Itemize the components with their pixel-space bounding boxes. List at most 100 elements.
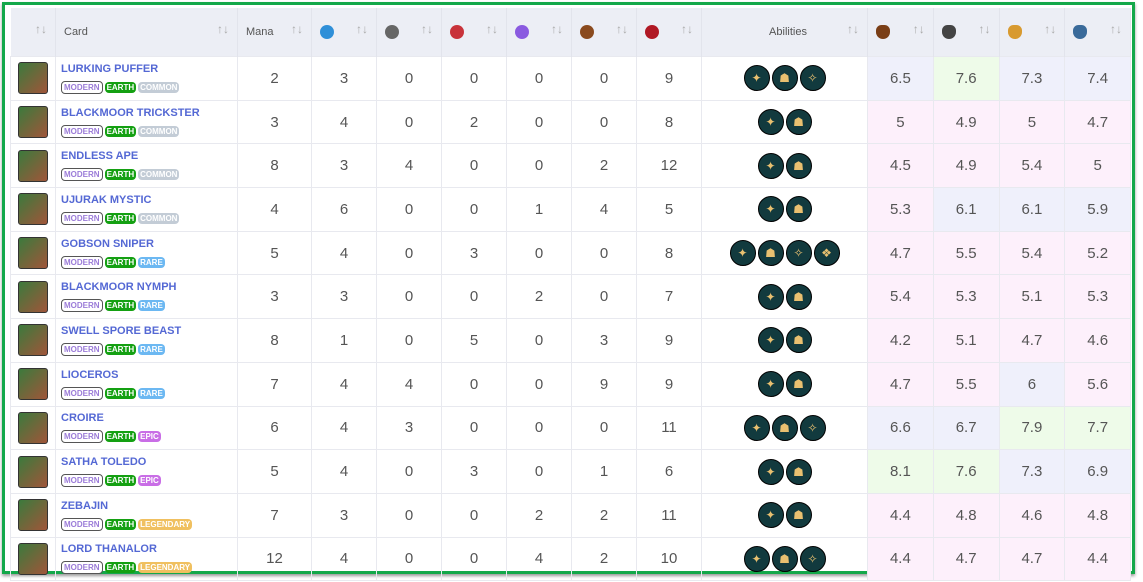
ability-icon[interactable]: ☗ — [785, 283, 812, 310]
table-row[interactable]: LURKING PUFFER MODERN EARTH COMMON 2 3 0 0 0 0 9 ✦ ☗… — [10, 56, 1131, 101]
card-name-link[interactable]: BLACKMOOR NYMPH — [61, 281, 237, 293]
card-thumbnail[interactable] — [18, 106, 48, 139]
card-name-link[interactable]: LORD THANALOR — [61, 543, 237, 555]
card-name-link[interactable]: GOBSON SNIPER — [61, 238, 237, 250]
ability-icon[interactable]: ✦ — [757, 502, 784, 529]
ability-icon[interactable]: ☗ — [771, 65, 798, 92]
card-thumbnail[interactable] — [18, 193, 48, 226]
card-image-cell — [10, 318, 56, 363]
ability-icon[interactable]: ✦ — [743, 414, 770, 441]
table-row[interactable]: ENDLESS APE MODERN EARTH COMMON 8 3 4 0 0 2 12 ✦ ☗ 4.… — [10, 143, 1131, 189]
rarity-tag: EPIC — [138, 431, 161, 443]
sort-icon[interactable]: ↑↓ — [1110, 22, 1122, 36]
ability-icon[interactable]: ☗ — [771, 414, 798, 441]
header-bronze-league[interactable]: ↑↓ — [867, 8, 934, 57]
card-name-link[interactable]: SATHA TOLEDO — [61, 456, 237, 468]
card-name-link[interactable]: ENDLESS APE — [61, 150, 237, 162]
table-row[interactable]: ZEBAJIN MODERN EARTH LEGENDARY 7 3 0 0 2 2 11 ✦ ☗ 4.4… — [10, 492, 1131, 538]
table-row[interactable]: UJURAK MYSTIC MODERN EARTH COMMON 4 6 0 0 1 4 5 ✦ ☗ 5… — [10, 187, 1131, 232]
sort-icon[interactable]: ↑↓ — [35, 22, 47, 36]
card-name-link[interactable]: LIOCEROS — [61, 369, 237, 381]
card-thumbnail[interactable] — [18, 542, 48, 575]
mana-cell: 8 — [237, 143, 312, 189]
card-name-link[interactable]: ZEBAJIN — [61, 500, 237, 512]
ability-icon[interactable]: ✦ — [757, 109, 784, 136]
header-card[interactable]: Card ↑↓ — [55, 8, 238, 57]
stat-cell: 10 — [636, 536, 702, 582]
ability-icon[interactable]: ✧ — [785, 240, 812, 267]
ability-icon[interactable]: ✦ — [757, 196, 784, 223]
ability-icon[interactable]: ☗ — [785, 502, 812, 529]
card-thumbnail[interactable] — [18, 368, 48, 401]
sort-icon[interactable]: ↑↓ — [913, 22, 925, 36]
ability-icon[interactable]: ☗ — [771, 545, 798, 572]
ability-icon[interactable]: ✦ — [743, 545, 770, 572]
header-attack-melee[interactable]: ↑↓ — [311, 8, 377, 57]
card-thumbnail[interactable] — [18, 455, 48, 488]
table-row[interactable]: GOBSON SNIPER MODERN EARTH RARE 5 4 0 3 0 0 8 ✦ ☗ ✧ ❖ 4… — [10, 230, 1131, 276]
card-name-link[interactable]: BLACKMOOR TRICKSTER — [61, 107, 237, 119]
header-gold-league[interactable]: ↑↓ — [999, 8, 1066, 57]
ability-icon[interactable]: ☗ — [757, 240, 784, 267]
sort-icon[interactable]: ↑↓ — [486, 22, 498, 36]
ability-icon[interactable]: ✦ — [757, 458, 784, 485]
sort-header[interactable]: ↑↓ — [10, 8, 56, 57]
header-armor[interactable]: ↑↓ — [571, 8, 637, 57]
league-score-cell: 4.8 — [1064, 492, 1131, 538]
ability-icon[interactable]: ✧ — [799, 545, 826, 572]
ability-icon[interactable]: ☗ — [785, 458, 812, 485]
sort-icon[interactable]: ↑↓ — [217, 22, 229, 36]
header-diamond-league[interactable]: ↑↓ — [1064, 8, 1131, 57]
header-attack-ranged[interactable]: ↑↓ — [376, 8, 442, 57]
ability-icon[interactable]: ✦ — [743, 65, 770, 92]
ability-icon[interactable]: ✦ — [757, 327, 784, 354]
table-row[interactable]: SATHA TOLEDO MODERN EARTH EPIC 5 4 0 3 0 1 6 ✦ ☗ 8.1 7… — [10, 449, 1131, 494]
table-row[interactable]: BLACKMOOR TRICKSTER MODERN EARTH COMMON 3 4 0 2… — [10, 99, 1131, 145]
header-health[interactable]: ↑↓ — [636, 8, 702, 57]
abilities-cell: ✦ ☗ — [701, 187, 868, 232]
card-thumbnail[interactable] — [18, 411, 48, 444]
ability-icon[interactable]: ☗ — [785, 371, 812, 398]
card-name-link[interactable]: CROIRE — [61, 412, 237, 424]
table-row[interactable]: BLACKMOOR NYMPH MODERN EARTH RARE 3 3 0 0 2 0 7 ✦ ☗ 5… — [10, 274, 1131, 320]
sort-icon[interactable]: ↑↓ — [979, 22, 991, 36]
ability-icon[interactable]: ✦ — [729, 240, 756, 267]
ability-icon[interactable]: ☗ — [785, 152, 812, 179]
header-mana[interactable]: Mana ↑↓ — [237, 8, 312, 57]
card-thumbnail[interactable] — [18, 499, 48, 532]
ability-icon[interactable]: ✧ — [799, 65, 826, 92]
sort-icon[interactable]: ↑↓ — [847, 22, 859, 36]
sort-icon[interactable]: ↑↓ — [551, 22, 563, 36]
ability-icon[interactable]: ☗ — [785, 196, 812, 223]
card-thumbnail[interactable] — [18, 62, 48, 95]
card-name-link[interactable]: LURKING PUFFER — [61, 63, 237, 75]
ability-icon[interactable]: ❖ — [813, 240, 840, 267]
ability-icon[interactable]: ✧ — [799, 414, 826, 441]
header-attack-magic[interactable]: ↑↓ — [441, 8, 507, 57]
table-row[interactable]: SWELL SPORE BEAST MODERN EARTH RARE 8 1 0 5 0 3 9 ✦… — [10, 318, 1131, 363]
header-attack-special[interactable]: ↑↓ — [506, 8, 572, 57]
sort-icon[interactable]: ↑↓ — [681, 22, 693, 36]
card-thumbnail[interactable] — [18, 280, 48, 313]
sort-icon[interactable]: ↑↓ — [291, 22, 303, 36]
stat-cell: 1 — [311, 318, 377, 363]
card-thumbnail[interactable] — [18, 324, 48, 357]
ability-icon[interactable]: ✦ — [757, 283, 784, 310]
card-thumbnail[interactable] — [18, 149, 48, 182]
ability-icon[interactable]: ✦ — [757, 152, 784, 179]
table-row[interactable]: LORD THANALOR MODERN EARTH LEGENDARY 12 4 0 0 4 2… — [10, 536, 1131, 582]
card-name-link[interactable]: SWELL SPORE BEAST — [61, 325, 237, 337]
sort-icon[interactable]: ↑↓ — [616, 22, 628, 36]
ability-icon[interactable]: ☗ — [785, 109, 812, 136]
header-abilities[interactable]: Abilities ↑↓ — [701, 8, 868, 57]
ability-icon[interactable]: ☗ — [785, 327, 812, 354]
sort-icon[interactable]: ↑↓ — [1044, 22, 1056, 36]
sort-icon[interactable]: ↑↓ — [421, 22, 433, 36]
ability-icon[interactable]: ✦ — [757, 371, 784, 398]
card-name-link[interactable]: UJURAK MYSTIC — [61, 194, 237, 206]
header-silver-league[interactable]: ↑↓ — [933, 8, 1000, 57]
table-row[interactable]: LIOCEROS MODERN EARTH RARE 7 4 4 0 0 9 9 ✦ ☗ 4.7 5.5 6 5… — [10, 361, 1131, 407]
card-thumbnail[interactable] — [18, 237, 48, 270]
table-row[interactable]: CROIRE MODERN EARTH EPIC 6 4 3 0 0 0 11 ✦ ☗ ✧ 6.6 6.7 7.… — [10, 405, 1131, 451]
sort-icon[interactable]: ↑↓ — [356, 22, 368, 36]
